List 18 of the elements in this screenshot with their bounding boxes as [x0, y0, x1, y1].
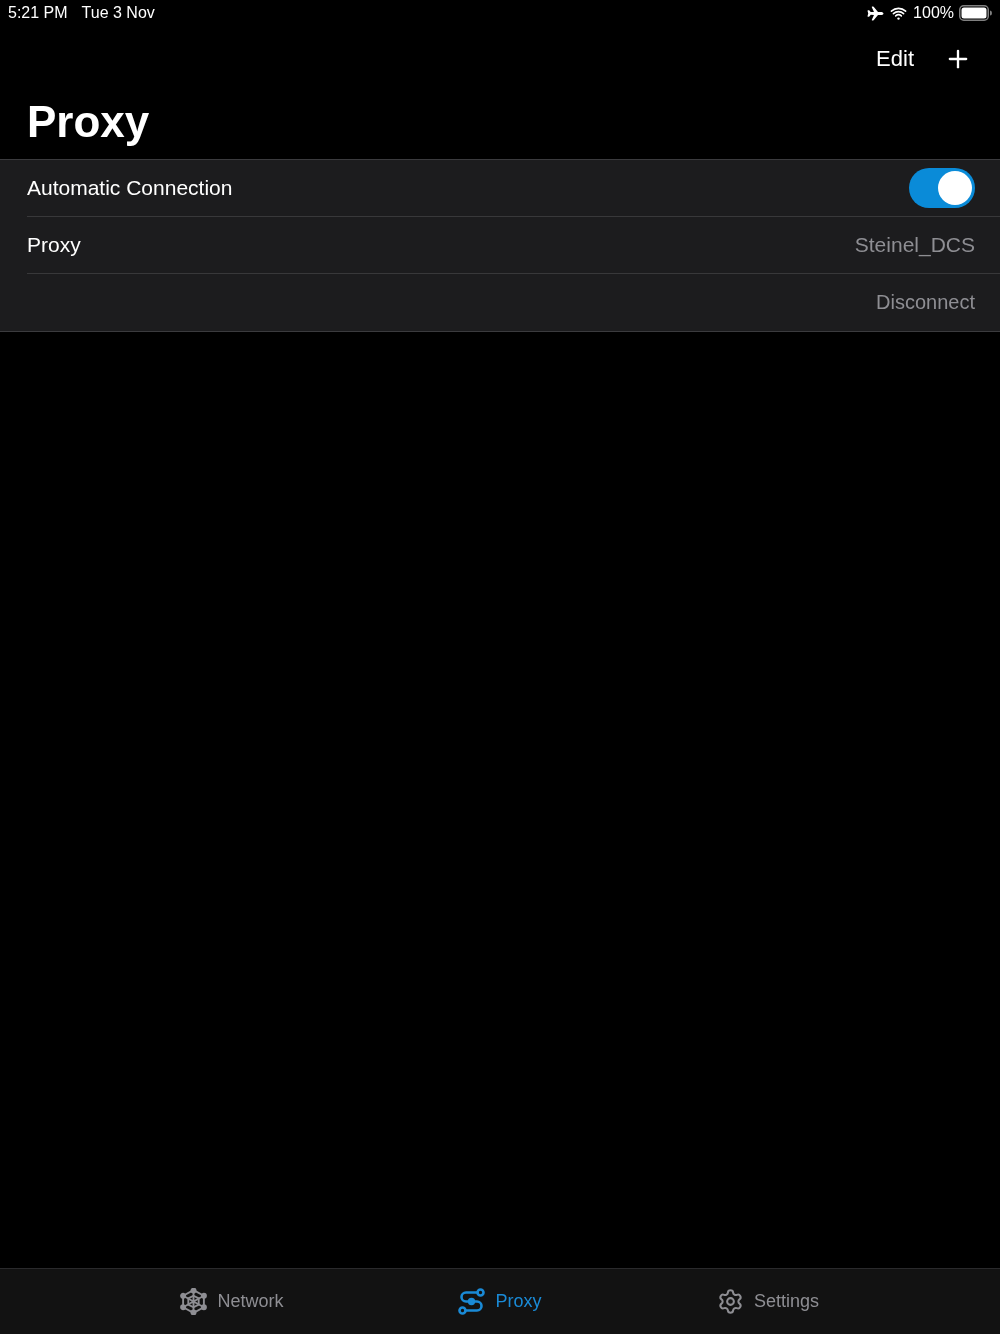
- tab-item[interactable]: Network: [180, 1288, 284, 1315]
- tab-item[interactable]: Settings: [716, 1288, 819, 1315]
- status-time: 5:21 PM: [8, 4, 68, 22]
- settings-icon: [716, 1288, 744, 1315]
- route-icon: [458, 1288, 486, 1315]
- battery-icon: [959, 5, 992, 21]
- page-title: Proxy: [26, 96, 150, 148]
- row-label[interactable]: Proxy: [27, 233, 81, 257]
- row-value: Steinel_DCS: [854, 233, 975, 257]
- status-date: Tue 3 Nov: [81, 4, 155, 22]
- battery-percent: 100%: [913, 4, 954, 22]
- toggle-switch[interactable]: [909, 168, 975, 208]
- tab-item[interactable]: Proxy: [458, 1288, 542, 1315]
- edit-button[interactable]: Edit: [876, 46, 914, 72]
- network-icon: [180, 1288, 208, 1315]
- airplane-icon: [867, 4, 885, 22]
- row-label: Automatic Connection: [27, 176, 233, 200]
- disconnect-button[interactable]: Disconnect: [876, 291, 975, 314]
